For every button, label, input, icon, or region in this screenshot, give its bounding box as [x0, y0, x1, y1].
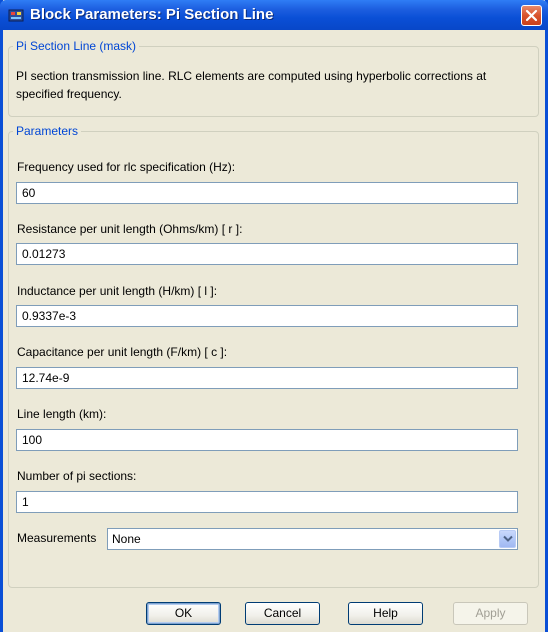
capacitance-field[interactable] — [16, 367, 518, 389]
mask-description: PI section transmission line. RLC elemen… — [16, 69, 487, 101]
line-length-field[interactable] — [16, 429, 518, 451]
resistance-label: Resistance per unit length (Ohms/km) [ r… — [17, 222, 243, 236]
frequency-label: Frequency used for rlc specification (Hz… — [17, 160, 236, 174]
title-bar[interactable]: Block Parameters: Pi Section Line — [0, 0, 548, 30]
parameters-group-legend: Parameters — [16, 124, 79, 138]
simulink-block-icon — [8, 7, 24, 23]
window-title: Block Parameters: Pi Section Line — [30, 6, 274, 23]
measurements-label: Measurements — [17, 531, 97, 545]
cancel-button[interactable]: Cancel — [245, 602, 320, 625]
pi-sections-label: Number of pi sections: — [17, 469, 137, 483]
parameters-group: Parameters Frequency used for rlc specif… — [8, 124, 539, 588]
dialog-window: Block Parameters: Pi Section Line Pi Sec… — [0, 0, 548, 632]
frequency-field[interactable] — [16, 182, 518, 204]
capacitance-label: Capacitance per unit length (F/km) [ c ]… — [17, 345, 228, 359]
measurements-select[interactable]: None — [107, 528, 518, 550]
inductance-field[interactable] — [16, 305, 518, 327]
close-icon — [525, 9, 538, 22]
resistance-field[interactable] — [16, 243, 518, 265]
mask-group-legend: Pi Section Line (mask) — [16, 39, 137, 53]
close-button[interactable] — [521, 5, 542, 26]
inductance-label: Inductance per unit length (H/km) [ l ]: — [17, 284, 218, 298]
chevron-down-icon — [503, 535, 513, 542]
measurements-selected-value: None — [112, 532, 141, 546]
pi-sections-field[interactable] — [16, 491, 518, 513]
measurements-dropdown-button[interactable] — [499, 530, 516, 548]
mask-description-group: Pi Section Line (mask) PI section transm… — [8, 39, 539, 117]
apply-button[interactable]: Apply — [453, 602, 528, 625]
ok-button[interactable]: OK — [146, 602, 221, 625]
help-button[interactable]: Help — [348, 602, 423, 625]
line-length-label: Line length (km): — [17, 407, 107, 421]
